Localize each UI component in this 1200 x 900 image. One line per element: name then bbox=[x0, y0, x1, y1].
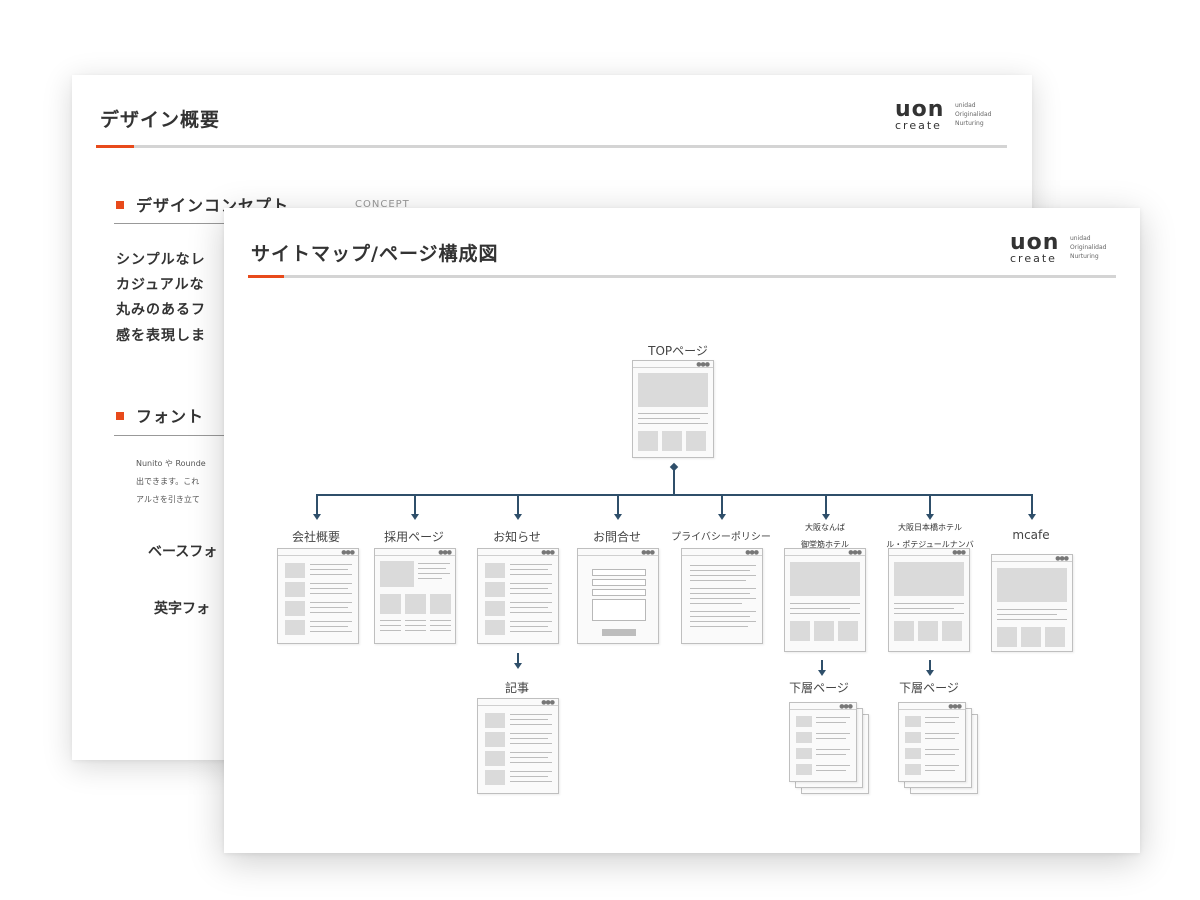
sitemap-node-label-privacy: プライバシーポリシー bbox=[671, 532, 771, 543]
font-line-3: アルさを引き立て bbox=[136, 495, 200, 504]
sitemap-node-label-lower-1: 下層ページ bbox=[789, 681, 849, 695]
page-title: デザイン概要 bbox=[100, 109, 221, 131]
sitemap-node-label-company: 会社概要 bbox=[291, 530, 340, 544]
connector-horizontal bbox=[316, 494, 1033, 496]
connector-drop bbox=[821, 660, 823, 670]
logo: uon create unidad Originalidad Nurturing bbox=[1010, 232, 1125, 266]
page-title: サイトマップ/ページ構成図 bbox=[251, 243, 499, 265]
title-rule bbox=[248, 275, 1116, 278]
base-font-label: ベースフォ bbox=[148, 544, 218, 560]
arrow-down-icon bbox=[926, 670, 934, 676]
concept-line-4: 感を表現しま bbox=[116, 328, 206, 344]
slide-sitemap: サイトマップ/ページ構成図 uon create unidad Original… bbox=[224, 208, 1140, 853]
wireframe-recruit-page: ●●● bbox=[374, 548, 456, 644]
wireframe-article-page: ●●● bbox=[477, 698, 559, 794]
wireframe-hotel-namba-page: ●●● bbox=[784, 548, 866, 652]
connector-drop bbox=[929, 660, 931, 670]
wireframe-lower-page: ●●● bbox=[789, 702, 857, 782]
logo-tagline-3: Nurturing bbox=[1070, 253, 1099, 260]
logo: uon create unidad Originalidad Nurturing bbox=[895, 99, 1010, 133]
title-accent bbox=[248, 275, 284, 278]
concept-line-3: 丸みのあるフ bbox=[116, 302, 206, 318]
section-heading-font-text: フォント bbox=[136, 407, 205, 426]
arrow-down-icon bbox=[514, 514, 522, 520]
sitemap-node-label-mcafe: mcafe bbox=[1012, 528, 1050, 542]
logo-tagline-1: unidad bbox=[1070, 235, 1091, 242]
logo-sub: create bbox=[1010, 252, 1057, 265]
logo-tagline-2: Originalidad bbox=[1070, 244, 1107, 251]
sitemap-node-label-contact: お問合せ bbox=[592, 530, 641, 544]
arrow-down-icon bbox=[411, 514, 419, 520]
arrow-down-icon bbox=[614, 514, 622, 520]
wireframe-lower-page: ●●● bbox=[898, 702, 966, 782]
wireframe-mcafe-page: ●●● bbox=[991, 554, 1073, 652]
arrow-down-icon bbox=[818, 670, 826, 676]
logo-tagline-1: unidad bbox=[955, 102, 976, 109]
logo-mark: uon bbox=[895, 97, 945, 122]
sitemap-node-label-top: TOPページ bbox=[648, 344, 708, 358]
logo-tagline-3: Nurturing bbox=[955, 120, 984, 127]
arrow-down-icon bbox=[718, 514, 726, 520]
font-line-1: Nunito や Rounde bbox=[136, 459, 206, 468]
connector-drop bbox=[617, 494, 619, 514]
wireframe-privacy-page: ●●● bbox=[681, 548, 763, 644]
connector-drop bbox=[517, 494, 519, 514]
sitemap-node-label-news: お知らせ bbox=[493, 530, 541, 544]
logo-tagline-2: Originalidad bbox=[955, 111, 992, 118]
title-accent bbox=[96, 145, 134, 148]
sitemap-node-label-article: 記事 bbox=[504, 681, 529, 695]
connector-root-stem bbox=[673, 468, 675, 494]
sitemap-node-label-lower-2: 下層ページ bbox=[899, 681, 959, 695]
connector-drop bbox=[825, 494, 827, 514]
latin-font-label: 英字フォ bbox=[154, 601, 210, 617]
logo-mark: uon bbox=[1010, 230, 1060, 255]
section-heading-font: フォント bbox=[116, 403, 204, 427]
connector-drop bbox=[414, 494, 416, 514]
concept-line-2: カジュアルな bbox=[116, 277, 205, 293]
title-rule bbox=[96, 145, 1007, 148]
wireframe-contact-page: ●●● bbox=[577, 548, 659, 644]
arrow-down-icon bbox=[313, 514, 321, 520]
connector-drop bbox=[316, 494, 318, 514]
connector-drop bbox=[929, 494, 931, 514]
connector-drop bbox=[517, 653, 519, 663]
wireframe-news-page: ●●● bbox=[477, 548, 559, 644]
bullet-square bbox=[116, 412, 124, 420]
wireframe-top-page: ●●● bbox=[632, 360, 714, 458]
arrow-down-icon bbox=[514, 663, 522, 669]
sitemap-node-label-recruit: 採用ページ bbox=[384, 530, 444, 544]
connector-drop bbox=[721, 494, 723, 514]
connector-drop bbox=[1031, 494, 1033, 514]
wireframe-company-page: ●●● bbox=[277, 548, 359, 644]
bullet-square bbox=[116, 201, 124, 209]
arrow-down-icon bbox=[1028, 514, 1036, 520]
wireframe-hotel-nipponbashi-page: ●●● bbox=[888, 548, 970, 652]
logo-sub: create bbox=[895, 119, 942, 132]
concept-line-1: シンプルなレ bbox=[116, 252, 206, 268]
font-line-2: 出できます。これ bbox=[136, 477, 200, 486]
